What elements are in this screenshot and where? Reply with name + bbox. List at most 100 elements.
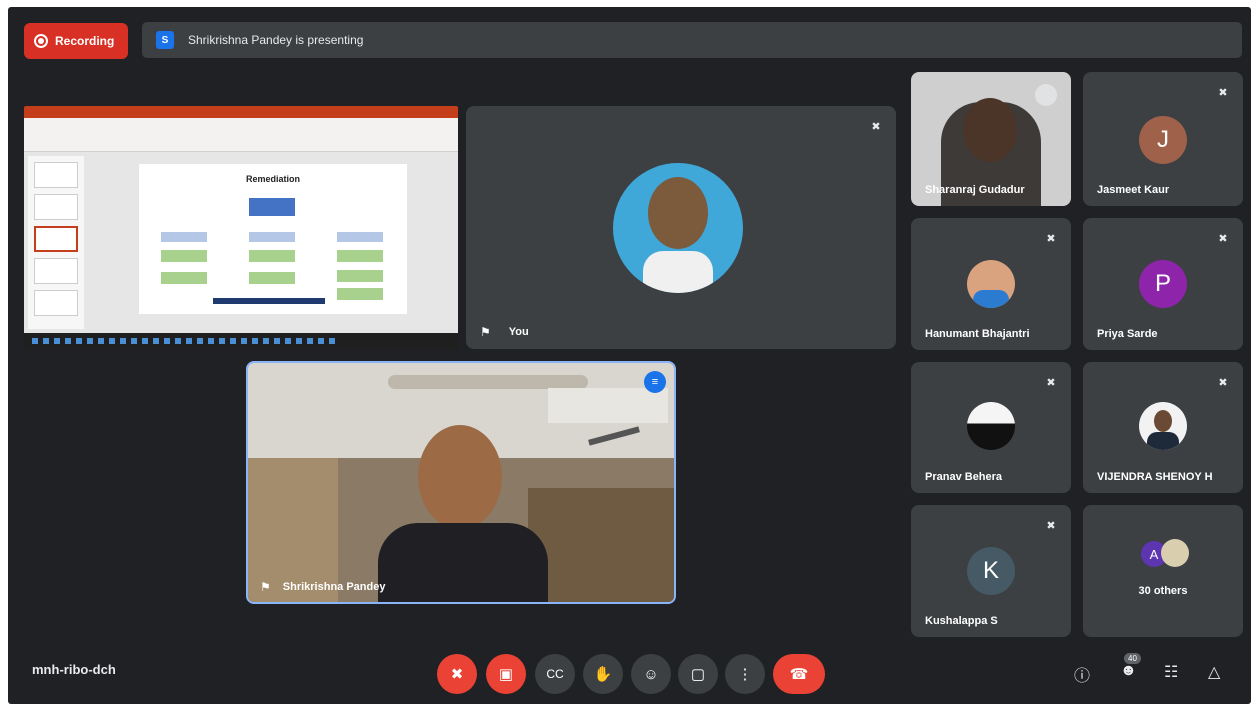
others-count: 30 others — [1138, 585, 1188, 597]
you-tile[interactable]: ✖ ⚑ You — [466, 106, 896, 349]
active-speaker-tile[interactable]: ≡ ⚑ Shrikrishna Pandey — [246, 361, 676, 604]
diagram-box — [161, 232, 207, 242]
others-tile[interactable]: A 30 others — [1083, 505, 1243, 637]
captions-icon: CC — [546, 667, 564, 681]
speaker-face — [418, 425, 502, 529]
participant-tile[interactable]: ✖ P Priya Sarde — [1083, 218, 1243, 350]
diagram-box — [337, 232, 383, 242]
chat-button[interactable]: ☷ — [1164, 662, 1178, 682]
raise-hand-button[interactable]: ✋ — [583, 654, 623, 694]
participant-name: Kushalappa S — [925, 615, 998, 627]
participant-avatar — [1139, 402, 1187, 450]
mic-off-icon: ✖ — [1218, 233, 1228, 245]
participant-tile[interactable]: ✖ Pranav Behera — [911, 362, 1071, 493]
shared-screen-tile[interactable]: Remediation — [24, 106, 458, 349]
diagram-box — [249, 250, 295, 262]
participant-tile[interactable]: ✖ VIJENDRA SHENOY H — [1083, 362, 1243, 493]
speaking-indicator-icon: ≡ — [644, 371, 666, 393]
slide-thumbnail — [34, 162, 78, 188]
present-icon: ▢ — [690, 666, 706, 683]
mic-off-icon: ✖ — [871, 121, 881, 133]
phone-icon: ☎ — [789, 666, 809, 683]
control-bar: mnh-ribo-dch ✖ ▣ CC ✋ ☺ ▢ ⋮ ☎ ⓘ 40 ☻ ☷ △ — [8, 644, 1251, 704]
participant-avatar — [1161, 539, 1189, 567]
participant-tile[interactable]: Sharanraj Gudadur — [911, 72, 1071, 206]
participant-name: Sharanraj Gudadur — [925, 184, 1025, 196]
people-icon: ☻ — [1120, 662, 1137, 679]
captions-button[interactable]: CC — [535, 654, 575, 694]
participant-tile[interactable]: ✖ Hanumant Bhajantri — [911, 218, 1071, 350]
people-count-badge: 40 — [1124, 653, 1141, 664]
pin-icon[interactable]: ⚑ — [480, 325, 491, 339]
camera-off-button[interactable]: ▣ — [486, 654, 526, 694]
participant-avatar: P — [1139, 260, 1187, 308]
recording-button[interactable]: Recording — [24, 23, 128, 59]
mic-off-icon: ✖ — [450, 666, 464, 683]
meet-window: Recording S Shrikrishna Pandey is presen… — [8, 7, 1251, 704]
you-avatar — [613, 163, 743, 293]
powerpoint-titlebar — [24, 106, 458, 118]
mic-off-button[interactable]: ✖ — [437, 654, 477, 694]
mic-off-icon: ✖ — [1046, 233, 1056, 245]
participant-avatar — [967, 402, 1015, 450]
powerpoint-workspace: Remediation — [24, 152, 458, 333]
participant-avatar: J — [1139, 116, 1187, 164]
more-options-button[interactable]: ⋮ — [725, 654, 765, 694]
emoji-button[interactable]: ☺ — [631, 654, 671, 694]
current-slide: Remediation — [139, 164, 407, 314]
emoji-icon: ☺ — [643, 665, 659, 683]
diagram-box — [249, 198, 295, 216]
presenter-avatar: S — [156, 31, 174, 49]
powerpoint-ribbon — [24, 118, 458, 152]
people-button[interactable]: 40 ☻ — [1120, 653, 1141, 680]
recording-label: Recording — [55, 34, 115, 48]
hang-up-button[interactable]: ☎ — [773, 654, 825, 694]
diagram-box — [213, 298, 325, 304]
slide-thumbnail — [34, 226, 78, 252]
diagram-box — [337, 270, 383, 282]
mic-off-icon: ✖ — [1218, 377, 1228, 389]
participant-tile[interactable]: ✖ J Jasmeet Kaur — [1083, 72, 1243, 206]
pin-icon[interactable]: ⚑ — [260, 580, 271, 594]
participant-avatar — [967, 260, 1015, 308]
mic-off-icon: ✖ — [1046, 520, 1056, 532]
you-name: You — [508, 326, 529, 338]
record-icon — [34, 34, 48, 48]
presenting-text: Shrikrishna Pandey is presenting — [188, 33, 364, 47]
slide-thumbnail — [34, 290, 78, 316]
chat-icon: ☷ — [1164, 664, 1179, 681]
diagram-box — [249, 272, 295, 284]
slide-thumbnail — [34, 258, 78, 284]
info-icon: ⓘ — [1074, 668, 1091, 685]
diagram-box — [337, 288, 383, 300]
diagram-box — [161, 272, 207, 284]
mic-off-icon: ✖ — [1046, 377, 1056, 389]
participant-tile[interactable]: ✖ K Kushalappa S — [911, 505, 1071, 637]
windows-taskbar — [24, 333, 458, 349]
activities-icon: △ — [1208, 664, 1221, 681]
top-bar: Recording S Shrikrishna Pandey is presen… — [8, 7, 1251, 69]
participant-name: Jasmeet Kaur — [1097, 184, 1170, 196]
mic-off-icon: ✖ — [1218, 87, 1228, 99]
participant-name: VIJENDRA SHENOY H — [1097, 471, 1213, 483]
hand-icon: ✋ — [593, 666, 613, 683]
info-button[interactable]: ⓘ — [1074, 662, 1090, 686]
speaker-name: Shrikrishna Pandey — [282, 581, 386, 593]
participant-avatar: K — [967, 547, 1015, 595]
activities-button[interactable]: △ — [1208, 662, 1220, 682]
present-button[interactable]: ▢ — [678, 654, 718, 694]
meeting-code: mnh-ribo-dch — [32, 662, 116, 677]
participant-name: Hanumant Bhajantri — [925, 328, 1030, 340]
slide-thumbnail — [34, 194, 78, 220]
participant-name: Pranav Behera — [925, 471, 1003, 483]
more-vert-icon: ⋮ — [737, 666, 753, 683]
more-icon[interactable] — [1035, 84, 1057, 106]
presenting-banner[interactable]: S Shrikrishna Pandey is presenting — [142, 22, 1242, 58]
participant-name: Priya Sarde — [1097, 328, 1158, 340]
diagram-box — [161, 250, 207, 262]
camera-off-icon: ▣ — [498, 666, 514, 683]
diagram-box — [337, 250, 383, 262]
slide-thumbnails — [28, 156, 84, 329]
slide-title: Remediation — [245, 174, 300, 184]
diagram-box — [249, 232, 295, 242]
